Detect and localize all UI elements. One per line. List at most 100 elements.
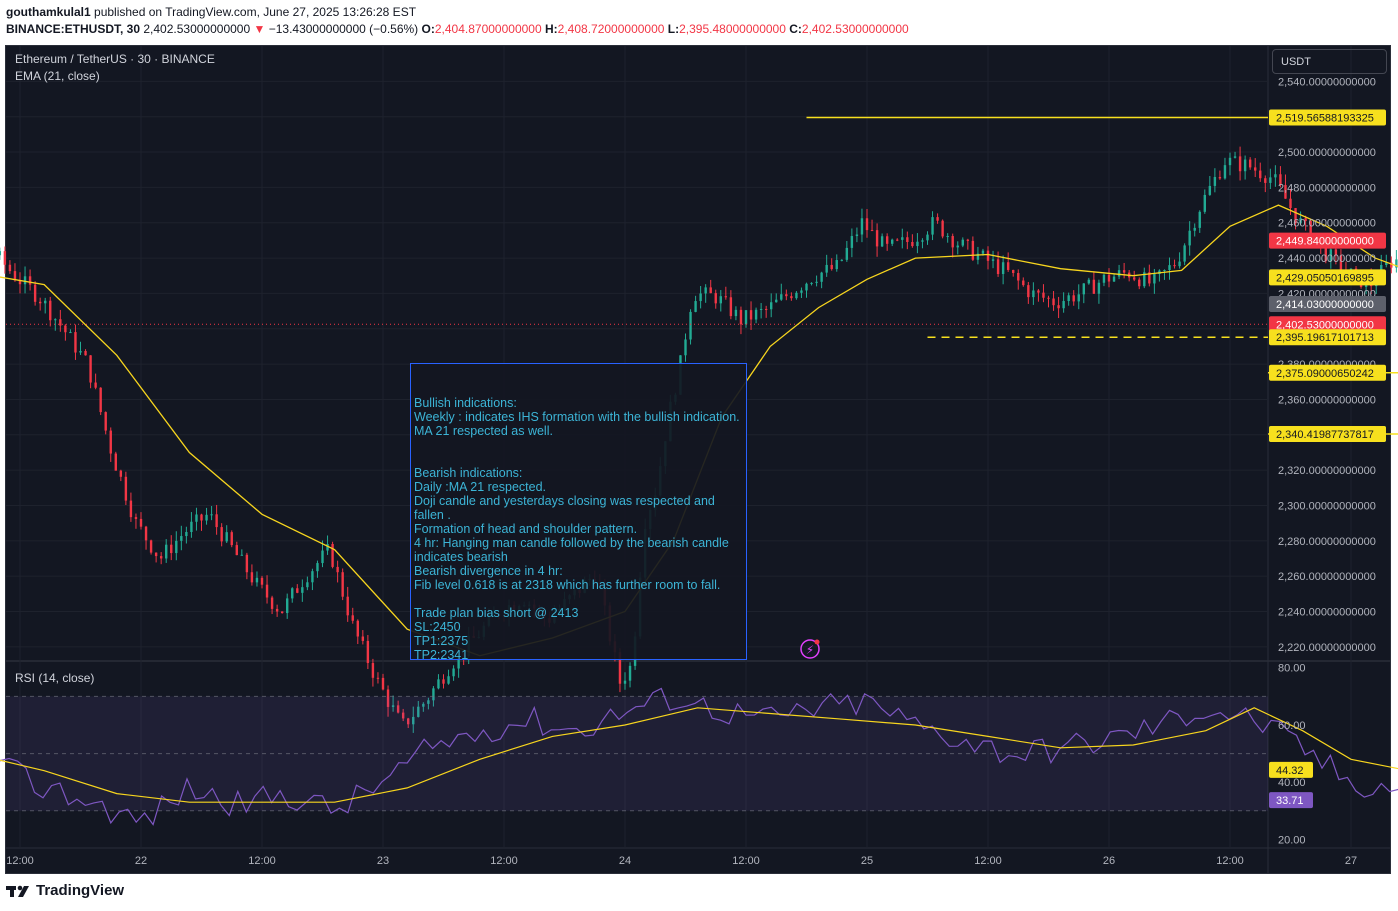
candle-body: [154, 552, 158, 557]
candle-body: [1259, 170, 1262, 179]
price-label: 2,340.41987737817: [1276, 429, 1374, 441]
rsi-tick-label: 60.00: [1278, 720, 1306, 732]
ema-legend[interactable]: EMA (21, close): [15, 69, 100, 83]
candle-body: [1153, 274, 1156, 284]
candle-body: [129, 500, 133, 518]
price-tick-label: 2,460.00000000000: [1278, 218, 1376, 230]
price-tick-label: 2,260.00000000000: [1278, 571, 1376, 583]
candle-body: [215, 514, 218, 528]
candle-body: [1117, 270, 1121, 277]
candle-body: [825, 264, 828, 273]
candle-body: [361, 636, 365, 641]
candle-body: [1183, 245, 1186, 262]
candle-body: [1057, 305, 1060, 309]
price-tick-label: 2,540.00000000000: [1278, 76, 1376, 88]
candle-body: [880, 236, 884, 247]
rsi-tick-label: 80.00: [1278, 663, 1306, 675]
candle-body: [1233, 156, 1237, 158]
rsi-legend[interactable]: RSI (14, close): [15, 671, 94, 685]
candle-body: [270, 597, 274, 609]
candle-body: [875, 230, 879, 247]
rsi-value-label: 44.32: [1276, 765, 1304, 777]
candle-body: [785, 294, 788, 297]
candle-body: [936, 217, 939, 221]
time-tick-label: 26: [1103, 855, 1115, 867]
price-label: 2,429.05050169895: [1276, 272, 1374, 284]
candle-body: [1037, 290, 1040, 293]
time-tick-label: 22: [135, 855, 147, 867]
candle-body: [911, 242, 914, 247]
candle-body: [684, 339, 687, 356]
candle-body: [714, 293, 717, 304]
candle-body: [306, 582, 309, 588]
candle-body: [709, 287, 712, 294]
candle-body: [139, 518, 143, 527]
candle-body: [84, 350, 87, 356]
candle-body: [941, 220, 944, 237]
analysis-note[interactable]: Bullish indications: Weekly : indicates …: [410, 363, 747, 660]
candle-body: [275, 608, 279, 612]
candle-body: [981, 250, 985, 254]
candle-body: [230, 532, 233, 546]
candle-body: [366, 640, 370, 664]
candle-body: [175, 540, 178, 554]
candle-body: [235, 545, 238, 556]
candle-body: [724, 296, 728, 298]
price-label: 2,375.09000650242: [1276, 368, 1374, 380]
candle-body: [951, 236, 954, 248]
candle-body: [159, 556, 163, 559]
candle-body: [8, 264, 12, 272]
candle-body: [986, 250, 990, 261]
symbol-legend[interactable]: Ethereum / TetherUS · 30 · BINANCE: [15, 52, 215, 66]
footer-brand[interactable]: TradingView: [6, 882, 124, 899]
footer-brand-text: TradingView: [36, 882, 125, 899]
candle-body: [850, 236, 854, 248]
candle-body: [240, 554, 244, 556]
candle-body: [104, 412, 107, 431]
candle-body: [734, 309, 738, 317]
candle-body: [739, 309, 743, 325]
candle-body: [286, 598, 289, 614]
time-tick-label: 24: [619, 855, 631, 867]
candle-body: [1112, 276, 1116, 282]
candle-body: [1264, 178, 1267, 183]
candle-body: [1102, 274, 1106, 283]
candle-body: [1022, 280, 1025, 286]
rsi-pane: [0, 687, 1398, 826]
candle-body: [376, 677, 380, 679]
candle-body: [381, 677, 385, 690]
candle-body: [1178, 261, 1181, 267]
candle-body: [64, 325, 67, 333]
candle-body: [1027, 285, 1030, 298]
candle-body: [44, 300, 47, 304]
currency-button[interactable]: USDT: [1272, 49, 1387, 74]
candle-body: [971, 240, 975, 260]
candle-body: [891, 239, 894, 244]
candle-body: [442, 679, 445, 684]
time-tick-label: 25: [861, 855, 873, 867]
candle-body: [54, 319, 57, 321]
candle-body: [170, 544, 173, 554]
candle-body: [1017, 273, 1020, 281]
candle-body: [225, 532, 228, 542]
candle-body: [1107, 274, 1111, 282]
rsi-tick-label: 40.00: [1278, 777, 1306, 789]
candle-body: [200, 514, 203, 521]
candle-body: [1062, 301, 1065, 309]
candle-body: [331, 543, 334, 567]
time-tick-label: 12:00: [6, 855, 34, 867]
time-tick-label: 12:00: [248, 855, 276, 867]
price-label: 2,449.84000000000: [1276, 236, 1374, 248]
candle-body: [265, 584, 269, 598]
candle-body: [865, 218, 869, 231]
candle-body: [371, 663, 375, 678]
candle-body: [1082, 283, 1085, 295]
candle-body: [185, 532, 188, 537]
candle-body: [1087, 279, 1091, 284]
candle-body: [1047, 297, 1050, 299]
candle-body: [1052, 298, 1055, 306]
candle-body: [321, 550, 324, 564]
candle-body: [1254, 167, 1257, 171]
price-tick-label: 2,440.00000000000: [1278, 253, 1376, 265]
candle-body: [815, 281, 818, 283]
